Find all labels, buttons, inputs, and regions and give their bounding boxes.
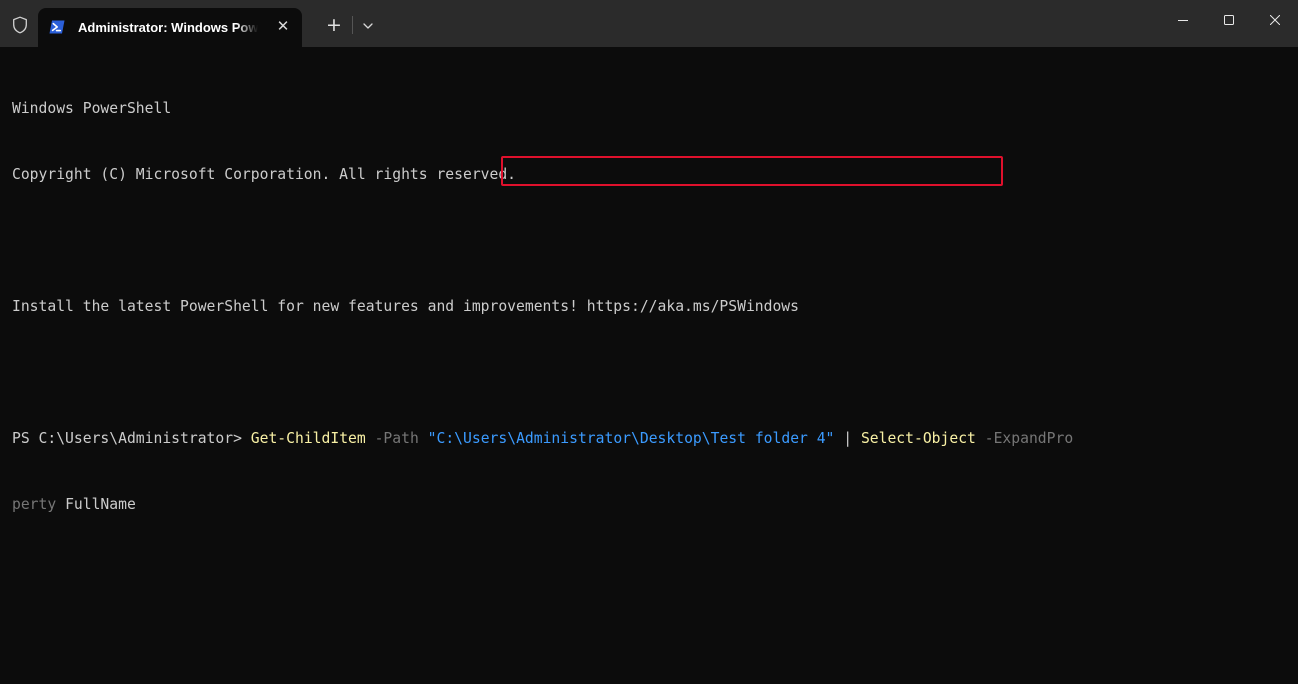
- command-line-wrap: perty FullName: [12, 494, 1292, 516]
- title-bar[interactable]: Administrator: Windows PowerShell ✕ +: [0, 0, 1298, 47]
- close-window-icon: [1270, 15, 1280, 25]
- tab-divider: [352, 16, 353, 34]
- highlight-box: [501, 156, 1003, 186]
- banner-line: Windows PowerShell: [12, 100, 172, 117]
- chevron-down-icon[interactable]: [359, 17, 377, 35]
- terminal-window: Administrator: Windows PowerShell ✕ +: [0, 0, 1298, 684]
- maximize-icon: [1224, 15, 1234, 25]
- install-message: Install the latest PowerShell for new fe…: [12, 298, 799, 315]
- command-line: PS C:\Users\Administrator> Get-ChildItem…: [12, 428, 1292, 450]
- pipe-operator: |: [843, 430, 853, 447]
- path-argument: "C:\Users\Administrator\Desktop\Test fol…: [427, 430, 835, 447]
- property-value: FullName: [65, 496, 136, 513]
- powershell-icon: [49, 19, 65, 35]
- parameter-path: -Path: [374, 430, 419, 447]
- close-icon[interactable]: ✕: [274, 17, 292, 35]
- tab-administrator-powershell[interactable]: Administrator: Windows PowerShell ✕: [38, 8, 302, 47]
- minimize-icon: [1178, 20, 1188, 21]
- maximize-button[interactable]: [1206, 0, 1252, 40]
- shield-icon: [12, 16, 28, 34]
- plus-icon[interactable]: +: [322, 13, 346, 37]
- parameter-expandproperty-start: -ExpandPro: [984, 430, 1074, 447]
- close-window-button[interactable]: [1252, 0, 1298, 40]
- minimize-button[interactable]: [1160, 0, 1206, 40]
- terminal-output[interactable]: Windows PowerShell Copyright (C) Microso…: [12, 54, 1292, 560]
- prompt: PS C:\Users\Administrator>: [12, 430, 251, 447]
- cmdlet-select-object: Select-Object: [860, 430, 976, 447]
- parameter-expandproperty-end: perty: [12, 496, 57, 513]
- cmdlet-get-childitem: Get-ChildItem: [250, 430, 366, 447]
- tab-title: Administrator: Windows PowerShell: [78, 20, 258, 35]
